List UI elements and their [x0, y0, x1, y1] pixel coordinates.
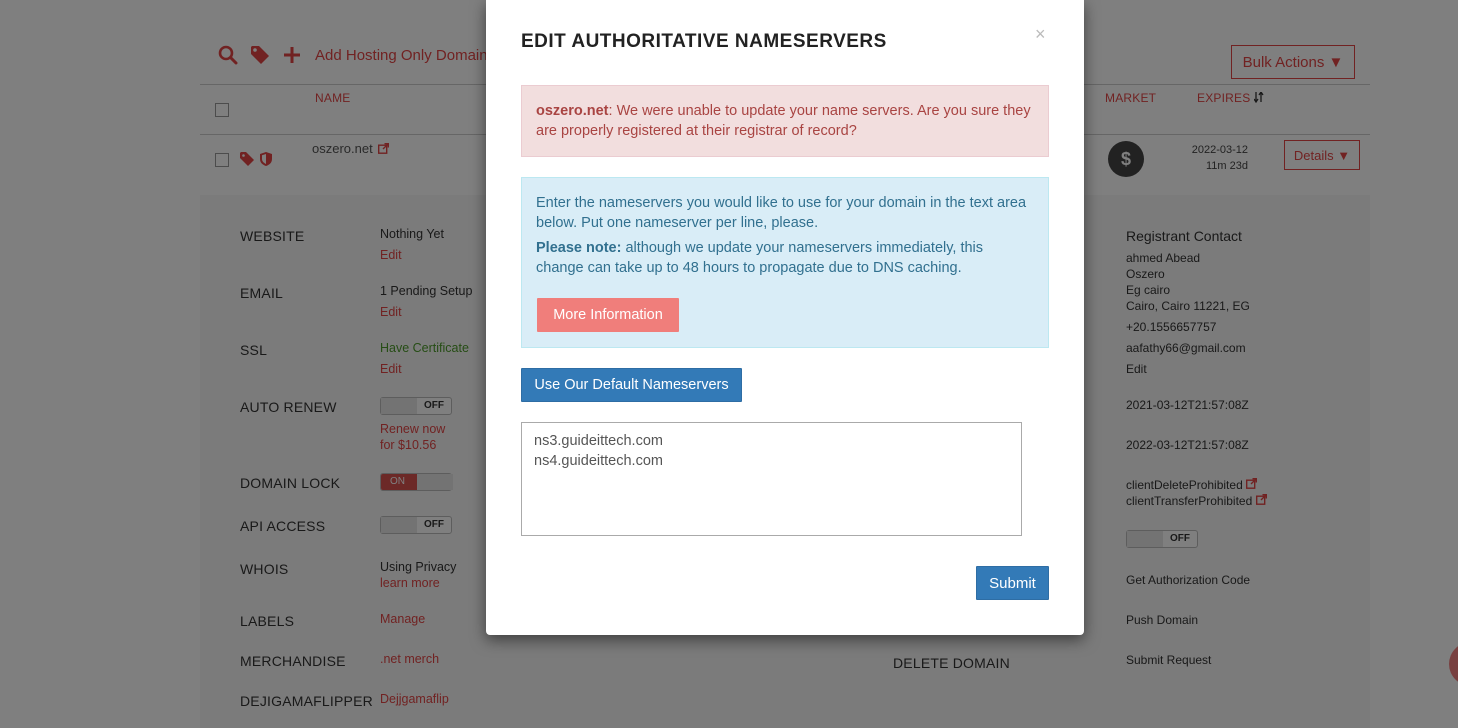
note-text: Please note: although we update your nam…	[536, 240, 984, 276]
nameserver-line: ns3.guideittech.com	[534, 433, 663, 449]
submit-button[interactable]: Submit	[976, 566, 1049, 600]
error-message: : We were unable to update your name ser…	[536, 103, 1031, 139]
close-icon[interactable]: ×	[1035, 24, 1046, 45]
info-alert: Enter the nameservers you would like to …	[521, 177, 1049, 348]
more-information-button[interactable]: More Information	[537, 298, 679, 332]
error-domain: oszero.net	[536, 103, 609, 119]
error-alert: oszero.net: We were unable to update you…	[521, 85, 1049, 157]
nameservers-textarea[interactable]: ns3.guideittech.com ns4.guideittech.com	[521, 422, 1022, 536]
edit-nameservers-modal: EDIT AUTHORITATIVE NAMESERVERS × oszero.…	[486, 0, 1084, 635]
nameserver-line: ns4.guideittech.com	[534, 453, 663, 469]
use-default-nameservers-button[interactable]: Use Our Default Nameservers	[521, 368, 742, 402]
info-text: Enter the nameservers you would like to …	[536, 195, 1027, 231]
modal-title: EDIT AUTHORITATIVE NAMESERVERS	[521, 31, 887, 52]
